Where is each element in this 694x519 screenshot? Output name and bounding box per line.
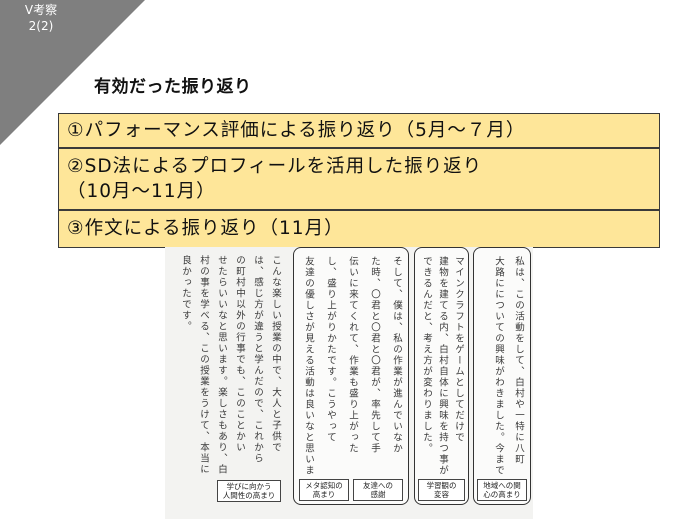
essay-column: は、感じ方が違うと学んだので、これから [252,255,263,464]
essay-column: 私は、この活動をして、白村や一特に八町 [513,256,524,465]
essay-column: 良かったです。 [180,255,191,332]
essay-photo: こんな楽しい授業の中で、大人と子供で は、感じ方が違うと学んだので、これから の… [165,247,533,519]
slide-heading: 有効だった振り返り [94,77,252,97]
essay-column: 村の事を学べる、この授業をうけて、本当に [198,255,209,475]
essay-tag: 友達への 感謝 [353,479,403,501]
essay-column: せたらいいなと思います。楽しさもあり、白 [216,255,227,475]
essay-tag: 地域への関 心の高まり [477,479,527,501]
essay-column: マインクラフトをゲームとしてだけで [453,256,464,443]
essay-column: 大路にについての興味がわきました。今まで [493,256,504,476]
section-label: V考察 2(2) [24,3,58,33]
reflection-box-1: ①パフォーマンス評価による振り返り（5月～７月） [58,113,660,148]
essay-tag: メタ認知の 高まり [299,479,349,501]
essay-column: そして、僕は、私の作業が進んでいなか [391,256,402,454]
essay-panel-2: そして、僕は、私の作業が進んでいなか た時、〇君と〇君と〇君が、率先して手 伝い… [293,247,409,505]
essay-panel-1: こんな楽しい授業の中で、大人と子供で は、感じ方が違うと学んだので、これから の… [165,247,289,505]
essay-panel-4: 私は、この活動をして、白村や一特に八町 大路にについての興味がわきました。今まで… [473,247,531,505]
essay-column: 建物を建てる内、白村自体に興味を持つ事が [437,256,448,476]
essay-tag: 学習観の 変容 [418,479,465,501]
essay-column: の町村中以外の行事でも、このことかい [234,255,245,453]
essay-column: 友達の優しさが見える活動は良いなと思いま [303,256,314,476]
essay-column: こんな楽しい授業の中で、大人と子供で [270,255,281,453]
reflection-box-2: ②SD法によるプロフィールを活用した振り返り （10月～11月） [58,148,660,210]
reflection-box-3: ③作文による振り返り（11月） [58,210,660,248]
essay-panel-3: マインクラフトをゲームとしてだけで 建物を建てる内、白村自体に興味を持つ事が で… [414,247,469,505]
essay-column: できるんだと、考え方が変わりました。 [421,256,432,454]
essay-column: た時、〇君と〇君と〇君が、率先して手 [369,256,380,454]
essay-column: し、盛り上がりかたです。こうやって [325,256,336,443]
essay-tag: 学びに向かう 人間性の高まり [217,480,281,502]
essay-column: 伝いに来てくれて、作業も盛り上がった [347,256,358,454]
